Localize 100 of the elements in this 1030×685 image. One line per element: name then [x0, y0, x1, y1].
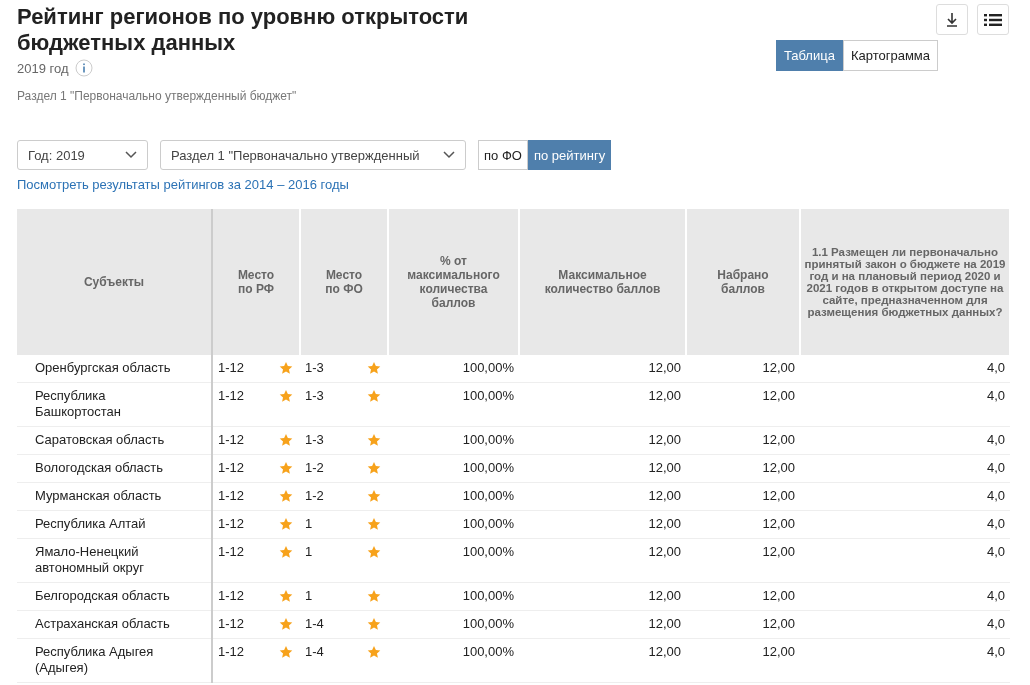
table-cell: 12,00 [762, 360, 795, 375]
table-cell: 12,00 [648, 488, 681, 503]
star-icon [367, 461, 381, 475]
table-cell: 12,00 [762, 432, 795, 447]
table-cell: 12,00 [762, 588, 795, 603]
table-cell: 12,00 [648, 360, 681, 375]
table-cell: 100,00% [462, 588, 514, 603]
table-cell: 12,00 [648, 616, 681, 631]
table-cell: 100,00% [462, 432, 514, 447]
region-name: Белгородская область [35, 588, 170, 603]
info-icon[interactable] [74, 59, 93, 77]
table-cell: 100,00% [462, 644, 514, 659]
region-name: Мурманская область [35, 488, 162, 503]
table-cell: 100,00% [462, 544, 514, 559]
table-cell: 100,00% [462, 616, 514, 631]
archive-link[interactable]: Посмотреть результаты рейтингов за 2014 – 2016 годы [17, 177, 349, 192]
table-cell: 1-4 [305, 616, 324, 632]
table-cell: 100,00% [462, 360, 514, 375]
table-cell: 12,00 [762, 616, 795, 631]
table-cell: 4,0 [986, 388, 1005, 403]
table-cell: 4,0 [986, 516, 1005, 531]
star-icon [367, 617, 381, 631]
table-cell: 12,00 [648, 588, 681, 603]
table-cell: 1-12 [218, 644, 245, 660]
table-cell: 1-2 [305, 460, 324, 476]
menu-icon [984, 13, 1002, 26]
table-cell: 1-12 [218, 616, 245, 632]
caret-icon [125, 151, 137, 159]
region-name: Оренбургская область [35, 360, 171, 375]
star-icon [279, 433, 293, 447]
download-button[interactable] [936, 4, 968, 35]
table-cell: 4,0 [986, 488, 1005, 503]
star-icon [367, 589, 381, 603]
region-name: Республика Алтай [35, 516, 146, 531]
column-header: Место по РФ [212, 209, 300, 355]
table-cell: 1 [305, 516, 313, 532]
tab[interactable]: Таблица [775, 40, 843, 71]
table-cell: 100,00% [462, 388, 514, 403]
tab[interactable]: по ФО [478, 140, 528, 170]
table-cell: 100,00% [462, 488, 514, 503]
table-cell: 12,00 [648, 460, 681, 475]
star-icon [279, 389, 293, 403]
table-cell: 4,0 [986, 460, 1005, 475]
star-icon [367, 517, 381, 531]
table-cell: 4,0 [986, 544, 1005, 559]
table-cell: 4,0 [986, 588, 1005, 603]
table-cell: 1-2 [305, 488, 324, 504]
download-icon [945, 11, 959, 28]
star-icon [367, 545, 381, 559]
menu-button[interactable] [977, 4, 1009, 35]
table-cell: 12,00 [648, 544, 681, 559]
tab[interactable]: по рейтингу [527, 140, 612, 170]
region-name: Вологодская область [35, 460, 164, 475]
dropdown[interactable]: Год: 2019 [17, 140, 148, 170]
table-cell: 4,0 [986, 432, 1005, 447]
table-cell: 1 [305, 588, 313, 604]
table-cell: 12,00 [762, 460, 795, 475]
table-cell: 1 [305, 544, 313, 560]
table-cell: 1-12 [218, 460, 245, 476]
table-cell: 1-12 [218, 588, 245, 604]
table-cell: 1-3 [305, 432, 324, 448]
star-icon [279, 645, 293, 659]
column-header: 1.1 Размещен ли первоначально принятый закон о бюджете на 2019 год и на плановый период 2020 и 2021 годов в открытом доступе на сайте, предназначенном для размещения бюджетных данных? [800, 209, 1010, 355]
star-icon [367, 489, 381, 503]
table-cell: 12,00 [648, 388, 681, 403]
table-cell: 1-12 [218, 360, 245, 376]
table-cell: 100,00% [462, 460, 514, 475]
dropdown[interactable]: Раздел 1 "Первоначально утвержденный [160, 140, 466, 170]
region-name: Ямало-Ненецкий автономный округ [35, 544, 144, 575]
table-cell: 1-3 [305, 360, 324, 376]
year-label: 2019 год [17, 60, 69, 76]
table-cell: 12,00 [648, 432, 681, 447]
table-cell: 12,00 [648, 644, 681, 659]
table-cell: 12,00 [762, 488, 795, 503]
table-cell: 1-3 [305, 388, 324, 404]
region-name: Республика Адыгея (Адыгея) [35, 644, 154, 675]
table-cell: 1-12 [218, 432, 245, 448]
tab[interactable]: Картограмма [842, 40, 938, 71]
table-cell: 1-12 [218, 544, 245, 560]
table-cell: 12,00 [762, 516, 795, 531]
star-icon [279, 361, 293, 375]
star-icon [279, 461, 293, 475]
region-name: Астраханская область [35, 616, 170, 631]
table-cell: 12,00 [648, 516, 681, 531]
star-icon [279, 617, 293, 631]
table-cell: 100,00% [462, 516, 514, 531]
region-name: Саратовская область [35, 432, 165, 447]
table-cell: 4,0 [986, 616, 1005, 631]
star-icon [367, 433, 381, 447]
star-icon [367, 645, 381, 659]
star-icon [367, 389, 381, 403]
table-cell: 4,0 [986, 360, 1005, 375]
caret-icon [443, 151, 455, 159]
star-icon [279, 517, 293, 531]
table-cell: 1-12 [218, 516, 245, 532]
star-icon [279, 589, 293, 603]
table-cell: 12,00 [762, 388, 795, 403]
table-cell: 1-12 [218, 488, 245, 504]
column-header: % от максимального количества баллов [388, 209, 519, 355]
column-header: Максимальное количество баллов [519, 209, 686, 355]
